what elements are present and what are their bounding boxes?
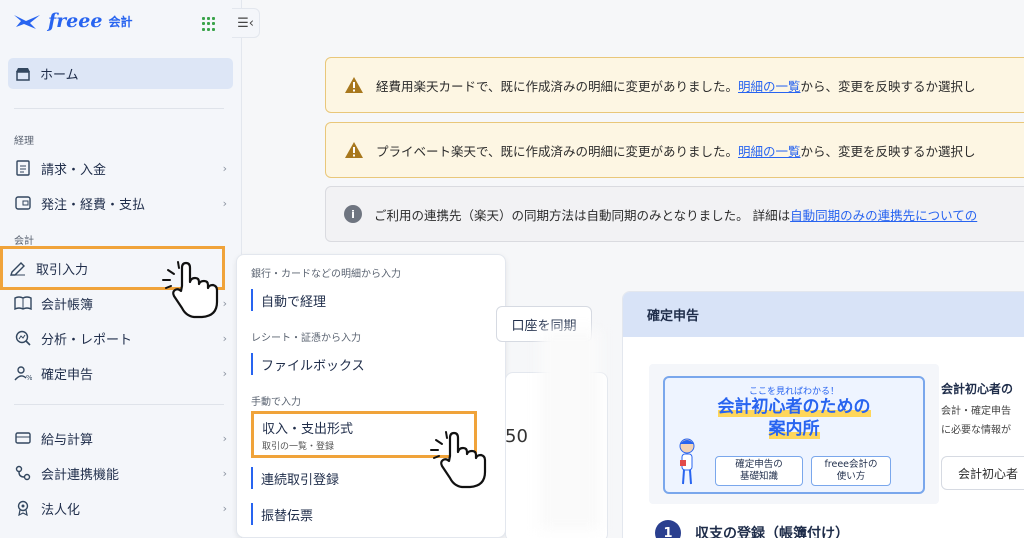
chevron-right-icon: ›: [222, 501, 227, 515]
sidebar-item-bunseki[interactable]: 分析・レポート ›: [8, 323, 233, 353]
alert-rakuten-card: 経費用楽天カードで、既に作成済みの明細に変更がありました。明細の一覧から、変更を…: [325, 57, 1024, 113]
kakutei-card: 確定申告 ここを見ればわかる！ 会計初心者のための 案内所 確定申告の 基礎知識 …: [622, 291, 1024, 538]
partial-number: 50: [505, 426, 528, 447]
sidebar-item-hatchu[interactable]: 発注・経費・支払 ›: [8, 188, 233, 218]
submenu-item-label: 収入・支出形式: [262, 421, 354, 437]
hand-pointer-icon: [162, 261, 219, 319]
banner-howto-button[interactable]: freee会計の 使い方: [811, 456, 891, 486]
alert-link[interactable]: 自動同期のみの連携先についての: [790, 208, 977, 223]
app-grid-icon[interactable]: [202, 17, 216, 31]
alert-text: ご利用の連携先（楽天）の同期方法は自動同期のみとなりました。 詳細は自動同期のみ…: [374, 207, 978, 223]
sidebar-item-kakutei[interactable]: % 確定申告 ›: [8, 358, 233, 388]
alert-text: 経費用楽天カードで、既に作成済みの明細に変更がありました。明細の一覧から、変更を…: [376, 78, 976, 94]
alert-text: プライベート楽天で、既に作成済みの明細に変更がありました。明細の一覧から、変更を…: [376, 143, 976, 159]
link-icon: [14, 464, 32, 482]
beginner-side-text: 会計・確定申告 に必要な情報が: [941, 406, 1011, 436]
sidebar-item-label: 法人化: [41, 502, 81, 518]
collapse-sidebar-button[interactable]: ☰‹: [232, 8, 260, 38]
sidebar-item-label: 分析・レポート: [41, 332, 133, 348]
chevron-right-icon: ›: [222, 331, 227, 345]
beginner-guide-banner[interactable]: ここを見ればわかる！ 会計初心者のための 案内所 確定申告の 基礎知識 freee…: [663, 376, 925, 494]
book-icon: [14, 294, 32, 312]
beginner-side-title: 会計初心者の: [941, 382, 1014, 396]
store-icon: [14, 65, 32, 83]
kakutei-card-header: 確定申告: [623, 292, 1024, 337]
logo-brand: freee: [48, 10, 103, 32]
step-number: 1: [655, 520, 681, 538]
sidebar-item-kyuyo[interactable]: 給与計算 ›: [8, 423, 233, 453]
submenu-item-sublabel: 取引の一覧・登録: [262, 441, 335, 452]
badge-user-icon: [14, 499, 32, 517]
beginner-banner-wrap: ここを見ればわかる！ 会計初心者のための 案内所 確定申告の 基礎知識 freee…: [649, 364, 939, 504]
sidebar-item-label: 会計連携機能: [41, 467, 120, 483]
sidebar-item-label: 確定申告: [41, 367, 94, 383]
banner-title: 会計初心者のための 案内所: [717, 397, 871, 440]
blurred-region: [540, 330, 600, 530]
sidebar-item-label: 発注・経費・支払: [41, 197, 146, 213]
section-label-kaikei: 会計: [14, 236, 34, 247]
hand-pointer-icon: [430, 431, 487, 489]
torihiki-submenu: 銀行・カードなどの明細から入力 自動で経理 レシート・証憑から入力 ファイルボッ…: [236, 254, 506, 538]
sidebar-item-label: 取引入力: [36, 262, 89, 278]
wallet-icon: [14, 194, 32, 212]
sidebar-divider: [14, 108, 224, 109]
chevron-right-icon: ›: [222, 431, 227, 445]
alert-link[interactable]: 明細の一覧: [738, 144, 801, 159]
beginner-guide-button[interactable]: 会計初心者: [941, 456, 1024, 490]
step-1: 1 収支の登録（帳簿付け）: [655, 520, 849, 538]
sidebar-item-label: ホーム: [40, 68, 79, 83]
chevron-right-icon: ›: [222, 366, 227, 380]
chevron-right-icon: ›: [222, 466, 227, 480]
sidebar-item-label: 会計帳簿: [41, 297, 94, 313]
bird-logo-icon: [14, 15, 40, 29]
document-icon: [14, 159, 32, 177]
pen-icon: [9, 259, 27, 277]
submenu-item-auto[interactable]: 自動で経理: [251, 289, 326, 311]
sidebar-divider: [14, 404, 224, 405]
freee-logo[interactable]: freee 会計: [12, 10, 132, 32]
warning-icon: [345, 142, 363, 158]
alert-private-rakuten: プライベート楽天で、既に作成済みの明細に変更がありました。明細の一覧から、変更を…: [325, 122, 1024, 178]
sidebar-item-seikyu[interactable]: 請求・入金 ›: [8, 153, 233, 183]
submenu-section-label: 銀行・カードなどの明細から入力: [251, 269, 401, 280]
analytics-icon: [14, 329, 32, 347]
sidebar-item-hojin[interactable]: 法人化 ›: [8, 493, 233, 523]
chevron-right-icon: ›: [222, 196, 227, 210]
info-icon: i: [344, 205, 362, 223]
warning-icon: [345, 77, 363, 93]
alert-link[interactable]: 明細の一覧: [738, 79, 801, 94]
submenu-section-label: レシート・証憑から入力: [251, 333, 361, 344]
submenu-section-label: 手動で入力: [251, 397, 301, 408]
sidebar-item-label: 請求・入金: [41, 162, 107, 178]
svg-text:%: %: [26, 374, 32, 381]
sidebar-item-home[interactable]: ホーム: [8, 58, 233, 89]
banner-basics-button[interactable]: 確定申告の 基礎知識: [715, 456, 803, 486]
alert-sync-method: i ご利用の連携先（楽天）の同期方法は自動同期のみとなりました。 詳細は自動同期…: [325, 186, 1024, 242]
logo-product: 会計: [108, 14, 133, 29]
character-illustration-icon: [679, 438, 695, 485]
submenu-item-filebox[interactable]: ファイルボックス: [251, 353, 365, 375]
sidebar-item-label: 給与計算: [41, 432, 94, 448]
sidebar-item-renkei[interactable]: 会計連携機能 ›: [8, 458, 233, 488]
submenu-item-furikae[interactable]: 振替伝票: [251, 503, 313, 525]
card-icon: [14, 429, 32, 447]
chevron-right-icon: ›: [222, 161, 227, 175]
step-label: 収支の登録（帳簿付け）: [695, 526, 849, 538]
user-percent-icon: %: [14, 364, 32, 382]
section-label-keiri: 経理: [14, 136, 34, 147]
submenu-item-renzoku[interactable]: 連続取引登録: [251, 467, 339, 489]
